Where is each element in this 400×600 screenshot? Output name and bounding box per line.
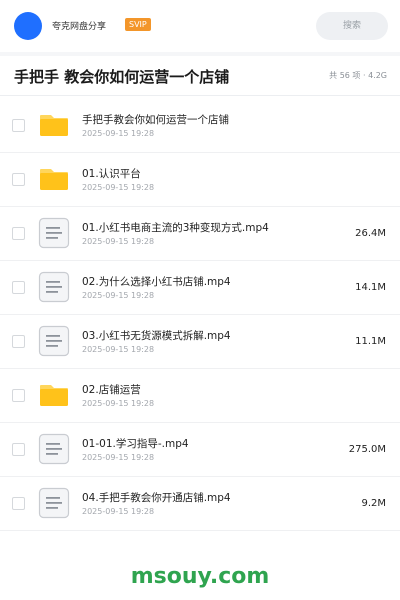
item-size: 9.2M — [361, 498, 386, 509]
file-row[interactable]: 01-01.学习指导-.mp4 2025-09-15 19:28 275.0M — [0, 423, 400, 477]
document-icon — [38, 325, 70, 357]
app-header: 夸克网盘分享 SVIP — [0, 0, 400, 52]
row-checkbox[interactable] — [12, 227, 25, 240]
row-checkbox[interactable] — [12, 281, 25, 294]
file-list: 手把手教会你如何运营一个店铺 2025-09-15 19:28 01.认识平台 202… — [0, 99, 400, 531]
item-date: 2025-09-15 19:28 — [82, 183, 155, 192]
document-icon — [38, 217, 70, 249]
item-size: 11.1M — [355, 336, 386, 347]
item-name[interactable]: 02.为什么选择小红书店铺.mp4 — [82, 274, 231, 289]
item-date: 2025-09-15 19:28 — [82, 507, 155, 516]
folder-title-bar: 手把手 教会你如何运营一个店铺 共 56 项 · 4.2G — [0, 56, 400, 96]
file-row[interactable]: 02.为什么选择小红书店铺.mp4 2025-09-15 19:28 14.1M — [0, 261, 400, 315]
file-row[interactable]: 01.小红书电商主流的3种变现方式.mp4 2025-09-15 19:28 26.… — [0, 207, 400, 261]
item-name[interactable]: 03.小红书无货源模式拆解.mp4 — [82, 328, 231, 343]
watermark: msouy.com — [130, 564, 270, 589]
item-name[interactable]: 01-01.学习指导-.mp4 — [82, 436, 189, 451]
folder-icon — [38, 109, 70, 141]
file-row[interactable]: 03.小红书无货源模式拆解.mp4 2025-09-15 19:28 11.1M — [0, 315, 400, 369]
document-icon — [38, 271, 70, 303]
item-date: 2025-09-15 19:28 — [82, 399, 155, 408]
row-checkbox[interactable] — [12, 497, 25, 510]
item-size: 14.1M — [355, 282, 386, 293]
svip-badge[interactable]: SVIP — [125, 18, 151, 31]
folder-row[interactable]: 01.认识平台 2025-09-15 19:28 — [0, 153, 400, 207]
item-name[interactable]: 02.店铺运营 — [82, 382, 141, 397]
item-date: 2025-09-15 19:28 — [82, 345, 155, 354]
item-name[interactable]: 01.认识平台 — [82, 166, 141, 181]
item-size: 26.4M — [355, 228, 386, 239]
app-name: 夸克网盘分享 — [52, 22, 107, 32]
item-size: 275.0M — [348, 444, 386, 455]
document-icon — [38, 487, 70, 519]
item-name[interactable]: 04.手把手教会你开通店铺.mp4 — [82, 490, 231, 505]
item-date: 2025-09-15 19:28 — [82, 237, 155, 246]
folder-row[interactable]: 02.店铺运营 2025-09-15 19:28 — [0, 369, 400, 423]
row-checkbox[interactable] — [12, 335, 25, 348]
file-browser: 手把手 教会你如何运营一个店铺 共 56 项 · 4.2G 手把手教会你如何运营… — [0, 56, 400, 550]
folder-row[interactable]: 手把手教会你如何运营一个店铺 2025-09-15 19:28 — [0, 99, 400, 153]
document-icon — [38, 433, 70, 465]
item-summary: 共 56 项 · 4.2G — [329, 71, 387, 80]
row-checkbox[interactable] — [12, 119, 25, 132]
avatar[interactable] — [14, 12, 42, 40]
page-title: 手把手 教会你如何运营一个店铺 — [14, 68, 230, 86]
footer: msouy.com — [0, 550, 400, 600]
row-checkbox[interactable] — [12, 389, 25, 402]
row-checkbox[interactable] — [12, 173, 25, 186]
item-date: 2025-09-15 19:28 — [82, 453, 155, 462]
item-date: 2025-09-15 19:28 — [82, 129, 155, 138]
item-date: 2025-09-15 19:28 — [82, 291, 155, 300]
folder-icon — [38, 379, 70, 411]
folder-icon — [38, 163, 70, 195]
item-name[interactable]: 01.小红书电商主流的3种变现方式.mp4 — [82, 220, 269, 235]
row-checkbox[interactable] — [12, 443, 25, 456]
search-input[interactable] — [316, 12, 388, 40]
item-name[interactable]: 手把手教会你如何运营一个店铺 — [82, 112, 229, 127]
file-row[interactable]: 04.手把手教会你开通店铺.mp4 2025-09-15 19:28 9.2M — [0, 477, 400, 531]
